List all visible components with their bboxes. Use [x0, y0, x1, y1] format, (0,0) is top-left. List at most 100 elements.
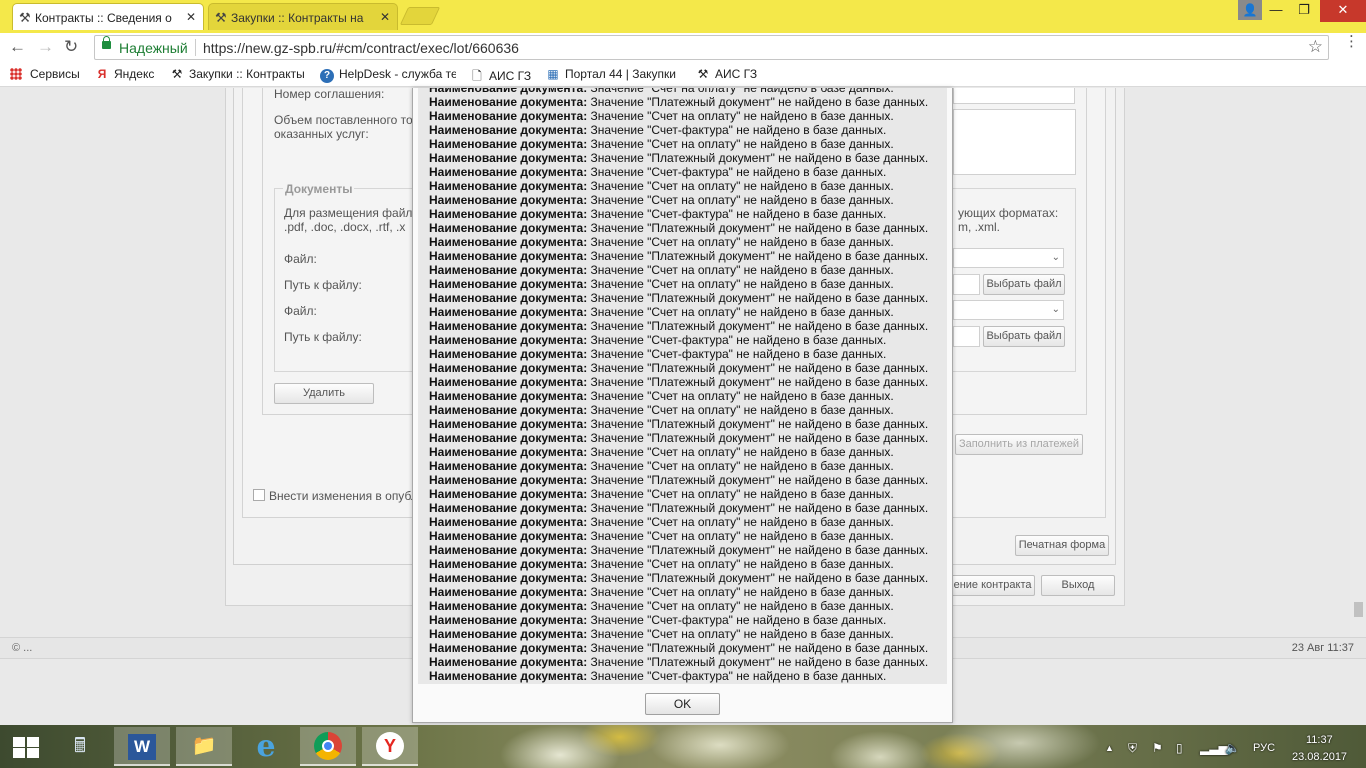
- address-bar[interactable]: Надежный https://new.gz-spb.ru/#cm/contr…: [94, 35, 1329, 60]
- document-name-label: Наименование документа:: [429, 557, 588, 571]
- tray-overflow-icon[interactable]: ▲: [1105, 743, 1114, 753]
- error-message-text: Значение "Счет на оплату" не найдено в б…: [590, 193, 894, 207]
- volume-textarea[interactable]: [953, 109, 1076, 175]
- flag-icon[interactable]: ⚑: [1152, 741, 1163, 755]
- volume-label-2: оказанных услуг:: [274, 127, 369, 141]
- close-window-button[interactable]: ✕: [1320, 0, 1366, 22]
- tab-close-icon[interactable]: ✕: [186, 10, 196, 24]
- explorer-icon[interactable]: 📁: [176, 727, 232, 766]
- error-message-text: Значение "Платежный документ" не найдено…: [590, 417, 929, 431]
- error-message-text: Значение "Счет на оплату" не найдено в б…: [590, 487, 894, 501]
- choose-file-button-1[interactable]: Выбрать файл: [983, 274, 1065, 295]
- error-message-line: Наименование документа: Значение "Счет н…: [429, 459, 947, 473]
- calculator-icon[interactable]: 🖩: [52, 727, 108, 766]
- ok-button[interactable]: OK: [645, 693, 720, 715]
- error-message-text: Значение "Счет на оплату" не найдено в б…: [590, 137, 894, 151]
- publish-changes-checkbox[interactable]: [253, 489, 265, 501]
- browser-menu-icon[interactable]: ⋮: [1344, 34, 1359, 49]
- bookmark-services[interactable]: Сервисы: [10, 67, 80, 81]
- delete-button[interactable]: Удалить: [274, 383, 374, 404]
- bookmark-portal-44[interactable]: ▦ Портал 44 | Закупки: [546, 67, 682, 81]
- file-select-1[interactable]: ⌄: [953, 248, 1064, 268]
- bookmark-ais-gz[interactable]: 🗋 АИС ГЗ: [470, 67, 531, 88]
- clock-time[interactable]: 11:37: [1306, 734, 1333, 746]
- docs-hint-right: ующих форматах:: [958, 206, 1059, 220]
- hammer-icon: ⚒: [171, 67, 183, 81]
- bookmark-star-icon[interactable]: ☆: [1308, 37, 1323, 57]
- bookmark-yandex[interactable]: Я Яндекс: [95, 67, 155, 81]
- error-message-text: Значение "Платежный документ" не найдено…: [590, 151, 929, 165]
- user-profile-icon[interactable]: 👤: [1238, 0, 1262, 20]
- browser-tab-contracts[interactable]: ⚒ Контракты :: Сведения о ✕: [12, 3, 204, 30]
- error-dialog: Наименование документа: Значение "Счет н…: [412, 88, 953, 723]
- chevron-down-icon: ⌄: [1051, 252, 1060, 263]
- error-message-text: Значение "Счет на оплату" не найдено в б…: [591, 683, 894, 684]
- error-message-line: Наименование документа: Значение "Платеж…: [429, 431, 947, 445]
- error-message-line: Наименование документа: Значение "Платеж…: [429, 655, 947, 669]
- error-message-text: Значение "Платежный документ" не найдено…: [590, 655, 929, 669]
- back-arrow-icon[interactable]: ←: [9, 37, 26, 57]
- windows-start-icon[interactable]: [13, 737, 39, 758]
- file-path-input-2[interactable]: [953, 326, 980, 347]
- reload-icon[interactable]: ↻: [64, 37, 78, 57]
- exit-button[interactable]: Выход: [1041, 575, 1115, 596]
- error-message-line: Наименование документа: Значение "Платеж…: [429, 291, 947, 305]
- error-message-line: Наименование документа: Значение "Счет н…: [429, 403, 947, 417]
- document-name-label: Наименование документа:: [429, 459, 588, 473]
- bookmark-ais-gz-2[interactable]: ⚒ АИС ГЗ: [696, 67, 758, 81]
- error-message-line: Наименование документа: Значение "Платеж…: [429, 221, 947, 235]
- error-message-line: Наименование документа: Значение "Счет-ф…: [429, 333, 947, 347]
- yandex-browser-icon: Y: [376, 732, 404, 760]
- bookmark-purchases[interactable]: ⚒ Закупки :: Контракты: [170, 67, 306, 81]
- battery-icon[interactable]: ▯: [1176, 741, 1183, 755]
- browser-tab-purchases[interactable]: ⚒ Закупки :: Контракты на ✕: [208, 3, 398, 30]
- file-select-2[interactable]: ⌄: [953, 300, 1064, 320]
- ie-taskbar-item[interactable]: e: [238, 727, 294, 766]
- error-message-text: Значение "Счет на оплату" не найдено в б…: [590, 179, 894, 193]
- document-name-label: Наименование документа:: [429, 123, 588, 137]
- new-tab-button[interactable]: [399, 7, 441, 25]
- scrollbar-thumb[interactable]: [1354, 602, 1363, 617]
- status-left-text: © ...: [12, 642, 33, 654]
- print-form-button[interactable]: Печатная форма: [1015, 535, 1109, 556]
- document-name-label: Наименование документа:: [429, 613, 588, 627]
- error-message-text: Значение "Счет на оплату" не найдено в б…: [590, 389, 894, 403]
- error-message-text: Значение "Счет на оплату" не найдено в б…: [590, 403, 894, 417]
- signal-icon[interactable]: ▂▃▅: [1200, 741, 1228, 755]
- language-indicator[interactable]: РУС: [1253, 742, 1275, 754]
- restore-button[interactable]: ❐: [1290, 0, 1318, 22]
- forward-arrow-icon[interactable]: →: [37, 37, 54, 57]
- error-message-line: Наименование документа: Значение "Платеж…: [429, 501, 947, 515]
- error-message-line: Наименование документа: Значение "Счет н…: [429, 305, 947, 319]
- word-taskbar-item[interactable]: W: [114, 727, 170, 766]
- minimize-button[interactable]: —: [1262, 0, 1290, 22]
- url-text[interactable]: https://new.gz-spb.ru/#cm/contract/exec/…: [203, 40, 519, 56]
- agreement-number-field[interactable]: [953, 88, 1075, 104]
- contract-action-button[interactable]: нение контракта: [945, 575, 1035, 596]
- network-tray-icon[interactable]: ⛨: [1128, 741, 1137, 756]
- document-name-label: Наименование документа:: [429, 221, 588, 235]
- document-name-label: Наименование документа:: [429, 347, 588, 361]
- secure-indicator[interactable]: Надежный: [119, 40, 188, 56]
- clock-date[interactable]: 23.08.2017: [1292, 751, 1347, 763]
- page-scrollbar[interactable]: [1350, 88, 1366, 637]
- bookmark-helpdesk[interactable]: ? HelpDesk - служба те: [320, 67, 456, 83]
- yandex-browser-taskbar-item[interactable]: Y: [362, 727, 418, 766]
- error-message-line: Наименование документа: Значение "Счет-ф…: [429, 669, 947, 683]
- error-message-line: Наименование документа: Значение "Счет н…: [429, 557, 947, 571]
- error-message-text: Значение "Счет на оплату" не найдено в б…: [590, 88, 894, 95]
- error-message-line: Наименование документа: Значение "Платеж…: [429, 417, 947, 431]
- docs-hint: Для размещения файл: [284, 206, 413, 220]
- error-message-text: Значение "Счет-фактура" не найдено в баз…: [590, 613, 887, 627]
- tab-close-icon[interactable]: ✕: [380, 10, 390, 24]
- chrome-taskbar-item[interactable]: [300, 727, 356, 766]
- error-message-text: Значение "Счет на оплату" не найдено в б…: [590, 585, 894, 599]
- error-message-line: Наименование документа: Значение "Счет н…: [429, 277, 947, 291]
- volume-icon[interactable]: 🔈: [1225, 741, 1240, 755]
- error-message-line: Наименование документа: Значение "Счет н…: [429, 109, 947, 123]
- publish-changes-label: Внести изменения в опубл: [269, 489, 418, 503]
- choose-file-button-2[interactable]: Выбрать файл: [983, 326, 1065, 347]
- error-message-text: Значение "Счет-фактура" не найдено в баз…: [590, 165, 887, 179]
- file-path-input-1[interactable]: [953, 274, 980, 295]
- fill-from-payments-button[interactable]: Заполнить из платежей: [955, 434, 1083, 455]
